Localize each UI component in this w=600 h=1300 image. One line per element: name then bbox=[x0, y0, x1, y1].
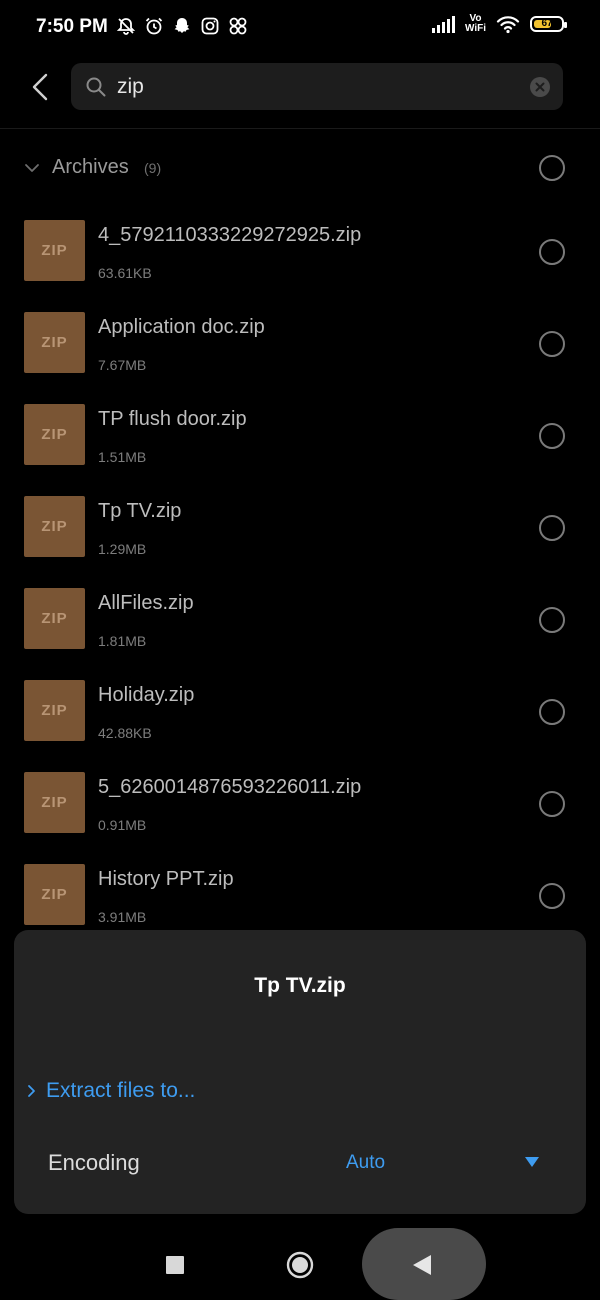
list-item[interactable]: ZIP 5_6260014876593226011.zip 0.91MB bbox=[0, 756, 600, 848]
status-bar: 7:50 PM Vo WiFi 67 bbox=[0, 0, 600, 56]
zip-thumb-label: ZIP bbox=[41, 610, 68, 627]
extract-files-button[interactable]: Extract files to... bbox=[24, 1074, 195, 1108]
wifi-icon bbox=[496, 16, 520, 34]
chevron-down-icon bbox=[25, 164, 39, 172]
file-size: 1.29MB bbox=[98, 541, 147, 557]
chevron-right-icon bbox=[28, 1085, 35, 1097]
clear-search-button[interactable] bbox=[529, 76, 551, 98]
back-button[interactable] bbox=[24, 70, 58, 104]
vowifi-wifi: WiFi bbox=[464, 23, 486, 34]
file-size: 1.51MB bbox=[98, 449, 147, 465]
list-item[interactable]: ZIP AllFiles.zip 1.81MB bbox=[0, 572, 600, 664]
zip-thumb-label: ZIP bbox=[41, 334, 68, 351]
file-size: 42.88KB bbox=[98, 725, 152, 741]
file-name: Tp TV.zip bbox=[98, 500, 182, 522]
home-button[interactable] bbox=[286, 1251, 314, 1279]
file-name: Holiday.zip bbox=[98, 684, 195, 706]
list-item[interactable]: ZIP TP flush door.zip 1.51MB bbox=[0, 388, 600, 480]
back-triangle-icon bbox=[413, 1255, 431, 1275]
notification-icons bbox=[116, 16, 248, 36]
list-item[interactable]: ZIP Tp TV.zip 1.29MB bbox=[0, 480, 600, 572]
list-item[interactable]: ZIP Holiday.zip 42.88KB bbox=[0, 664, 600, 756]
screen: 7:50 PM Vo WiFi 67 zip Archives (9) ZIP … bbox=[0, 0, 600, 1300]
select-radio[interactable] bbox=[539, 699, 565, 725]
section-header-archives[interactable]: Archives (9) bbox=[0, 142, 600, 194]
snapchat-icon bbox=[174, 18, 190, 33]
section-count: (9) bbox=[144, 160, 162, 176]
signal-icon bbox=[431, 15, 455, 33]
extract-files-label: Extract files to... bbox=[46, 1079, 196, 1102]
zip-thumb-label: ZIP bbox=[41, 794, 68, 811]
encoding-select[interactable]: Auto bbox=[346, 1152, 385, 1174]
zip-thumb-label: ZIP bbox=[41, 242, 68, 259]
file-name: AllFiles.zip bbox=[98, 592, 194, 614]
select-radio[interactable] bbox=[539, 423, 565, 449]
select-radio[interactable] bbox=[539, 883, 565, 909]
zip-file-icon: ZIP bbox=[24, 404, 85, 465]
status-time: 7:50 PM bbox=[36, 16, 108, 37]
alarm-icon bbox=[145, 17, 163, 35]
sheet-title: Tp TV.zip bbox=[254, 974, 346, 997]
battery-level: 67 bbox=[541, 18, 553, 29]
zip-thumb-label: ZIP bbox=[41, 518, 68, 535]
zip-file-icon: ZIP bbox=[24, 496, 85, 557]
zip-thumb-label: ZIP bbox=[41, 702, 68, 719]
dropdown-arrow-icon[interactable] bbox=[524, 1156, 540, 1168]
select-radio[interactable] bbox=[539, 791, 565, 817]
file-size: 3.91MB bbox=[98, 909, 147, 925]
file-name: Application doc.zip bbox=[98, 316, 265, 338]
zip-file-icon: ZIP bbox=[24, 588, 85, 649]
vowifi-icon: Vo WiFi bbox=[465, 14, 486, 34]
file-name: 5_6260014876593226011.zip bbox=[98, 776, 362, 798]
encoding-label: Encoding bbox=[48, 1150, 140, 1175]
search-box[interactable] bbox=[71, 63, 563, 110]
zip-file-icon: ZIP bbox=[24, 864, 85, 925]
status-right: Vo WiFi 67 bbox=[431, 14, 567, 34]
zip-file-icon: ZIP bbox=[24, 680, 85, 741]
pinwheel-icon bbox=[229, 17, 247, 35]
file-size: 63.61KB bbox=[98, 265, 152, 281]
recents-button[interactable] bbox=[166, 1256, 184, 1274]
select-radio[interactable] bbox=[539, 607, 565, 633]
file-name: 4_5792110333229272925.zip bbox=[98, 224, 362, 246]
header-divider bbox=[0, 128, 600, 129]
file-size: 1.81MB bbox=[98, 633, 147, 649]
navigation-bar bbox=[0, 1222, 600, 1300]
list-item[interactable]: ZIP History PPT.zip 3.91MB bbox=[0, 848, 600, 940]
list-item[interactable]: ZIP Application doc.zip 7.67MB bbox=[0, 296, 600, 388]
file-size: 7.67MB bbox=[98, 357, 147, 373]
archive-action-sheet: Tp TV.zip Extract files to... Encoding A… bbox=[14, 930, 586, 1214]
battery-icon: 67 bbox=[530, 16, 567, 32]
select-radio[interactable] bbox=[539, 239, 565, 265]
list-item[interactable]: ZIP 4_5792110333229272925.zip 63.61KB bbox=[0, 204, 600, 296]
section-title: Archives bbox=[52, 156, 129, 178]
file-name: TP flush door.zip bbox=[98, 408, 247, 430]
zip-file-icon: ZIP bbox=[24, 772, 85, 833]
file-size: 0.91MB bbox=[98, 817, 147, 833]
mute-bell-icon bbox=[116, 18, 136, 35]
zip-thumb-label: ZIP bbox=[41, 886, 68, 903]
search-icon bbox=[86, 77, 106, 97]
select-radio[interactable] bbox=[539, 515, 565, 541]
nav-back-button[interactable] bbox=[362, 1228, 486, 1300]
zip-thumb-label: ZIP bbox=[41, 426, 68, 443]
zip-file-icon: ZIP bbox=[24, 312, 85, 373]
select-all-radio[interactable] bbox=[539, 155, 565, 181]
search-input[interactable] bbox=[117, 63, 517, 110]
file-name: History PPT.zip bbox=[98, 868, 234, 890]
instagram-icon bbox=[201, 17, 219, 35]
zip-file-icon: ZIP bbox=[24, 220, 85, 281]
select-radio[interactable] bbox=[539, 331, 565, 357]
